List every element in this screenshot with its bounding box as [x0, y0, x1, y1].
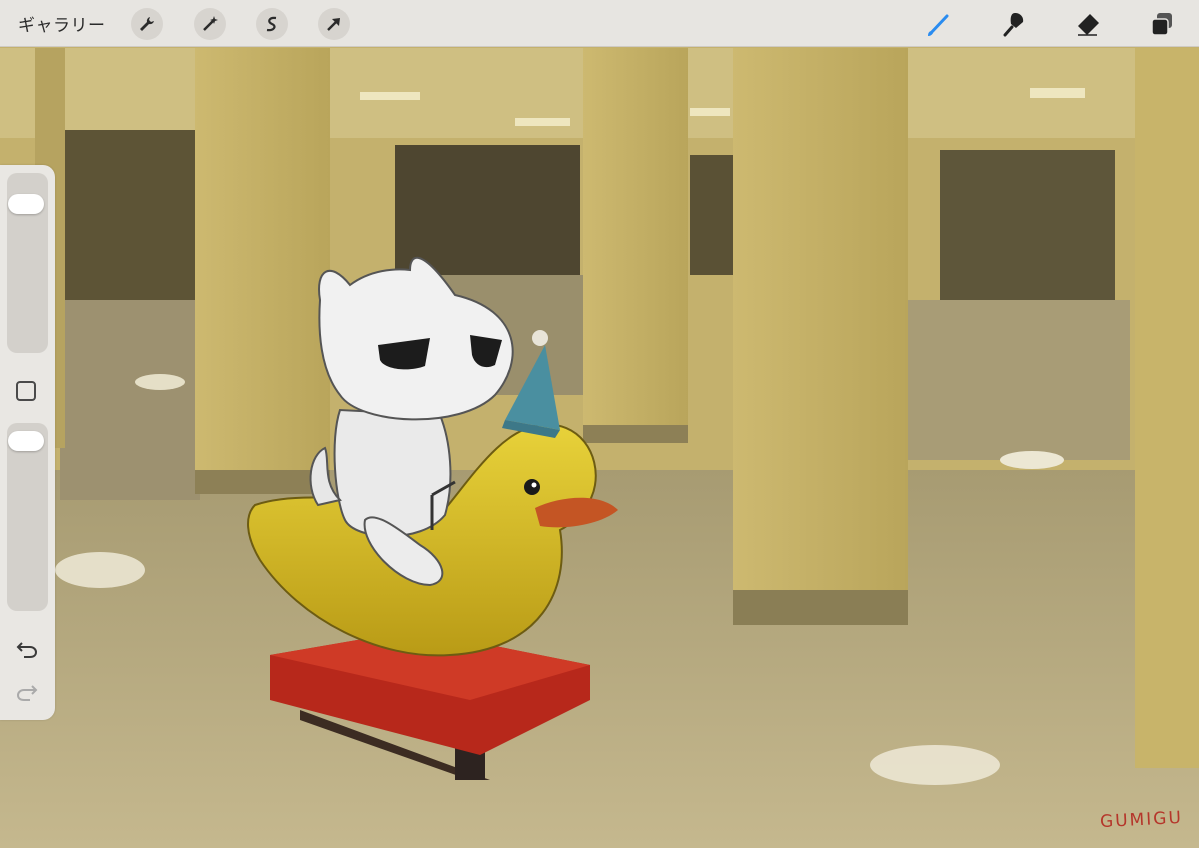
opacity-knob[interactable] — [8, 431, 44, 452]
redo-button[interactable] — [13, 680, 41, 704]
artwork-canvas[interactable] — [0, 0, 1199, 848]
smudge-icon — [1003, 13, 1024, 37]
magic-wand-icon — [203, 16, 218, 31]
brush-button[interactable] — [923, 8, 955, 40]
top-toolbar: ギャラリー — [0, 0, 1199, 47]
gallery-button[interactable]: ギャラリー — [18, 11, 106, 36]
brush-icon — [928, 14, 949, 36]
redo-icon — [16, 685, 38, 701]
arrow-cursor-icon — [327, 18, 340, 31]
selection-button[interactable] — [256, 8, 288, 40]
brush-size-knob[interactable] — [8, 193, 44, 214]
eraser-icon — [1078, 14, 1099, 36]
selection-s-icon — [266, 16, 277, 32]
undo-button[interactable] — [13, 637, 41, 661]
left-sidebar — [0, 165, 55, 720]
modify-button[interactable] — [16, 381, 36, 401]
opacity-slider[interactable] — [7, 423, 48, 611]
actions-button[interactable] — [131, 8, 163, 40]
transform-button[interactable] — [318, 8, 350, 40]
wrench-icon — [140, 17, 154, 31]
adjustments-button[interactable] — [194, 8, 226, 40]
brush-size-slider[interactable] — [7, 173, 48, 353]
smudge-button[interactable] — [998, 8, 1030, 40]
layers-button[interactable] — [1146, 8, 1178, 40]
layers-icon — [1151, 13, 1172, 36]
eraser-button[interactable] — [1072, 8, 1104, 40]
undo-icon — [16, 642, 38, 658]
